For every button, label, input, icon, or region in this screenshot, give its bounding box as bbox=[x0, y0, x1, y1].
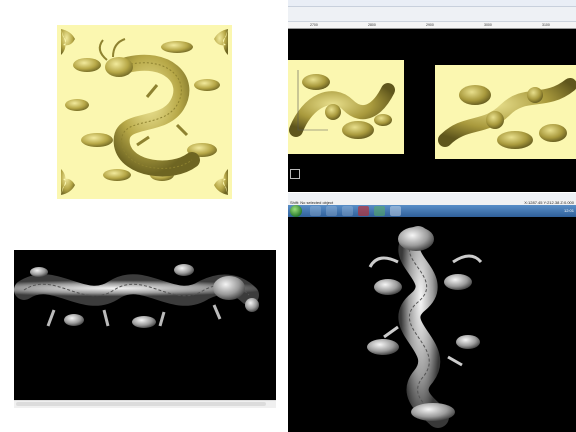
relief-preview-square bbox=[57, 25, 232, 199]
dragon-grayscale-image bbox=[14, 264, 259, 328]
relief-panel-left[interactable] bbox=[288, 60, 404, 154]
ruler-tick: 3100 bbox=[542, 23, 550, 27]
explorer-taskbar-icon[interactable] bbox=[326, 206, 337, 216]
app-taskbar-icon-1[interactable] bbox=[358, 206, 369, 216]
toolbar-drawing bbox=[288, 14, 576, 26]
horizontal-ruler: 2700 2800 2900 3000 3100 bbox=[288, 22, 576, 29]
menu-bar: FileEditTransformProjectGeometry3D Surfa… bbox=[288, 0, 576, 14]
ruler-tick: 2800 bbox=[368, 23, 376, 27]
os-taskbar: 12:01 bbox=[288, 205, 576, 217]
app-taskbar-icon-2[interactable] bbox=[374, 206, 385, 216]
start-button-icon[interactable] bbox=[290, 205, 302, 217]
horizontal-scrollbar[interactable] bbox=[14, 400, 276, 408]
relief-phoenix-image bbox=[289, 70, 395, 139]
dragon-vertical-image bbox=[367, 226, 483, 428]
relief-preview-vertical bbox=[288, 217, 576, 432]
ruler-tick: 2900 bbox=[426, 23, 434, 27]
ie-taskbar-icon[interactable] bbox=[310, 206, 321, 216]
selection-handle[interactable] bbox=[290, 169, 300, 179]
relief-vine-image bbox=[438, 78, 576, 149]
dragon-relief-image bbox=[61, 29, 228, 195]
taskbar-clock: 12:01 bbox=[563, 208, 574, 213]
scrollbar-thumb[interactable] bbox=[16, 402, 266, 406]
relief-panel-right[interactable] bbox=[435, 65, 576, 159]
relief-preview-window bbox=[14, 250, 276, 400]
app-taskbar-icon-3[interactable] bbox=[390, 206, 401, 216]
ruler-tick: 2700 bbox=[310, 23, 318, 27]
media-taskbar-icon[interactable] bbox=[342, 206, 353, 216]
cad-viewport[interactable] bbox=[288, 29, 576, 192]
ruler-tick: 3000 bbox=[484, 23, 492, 27]
